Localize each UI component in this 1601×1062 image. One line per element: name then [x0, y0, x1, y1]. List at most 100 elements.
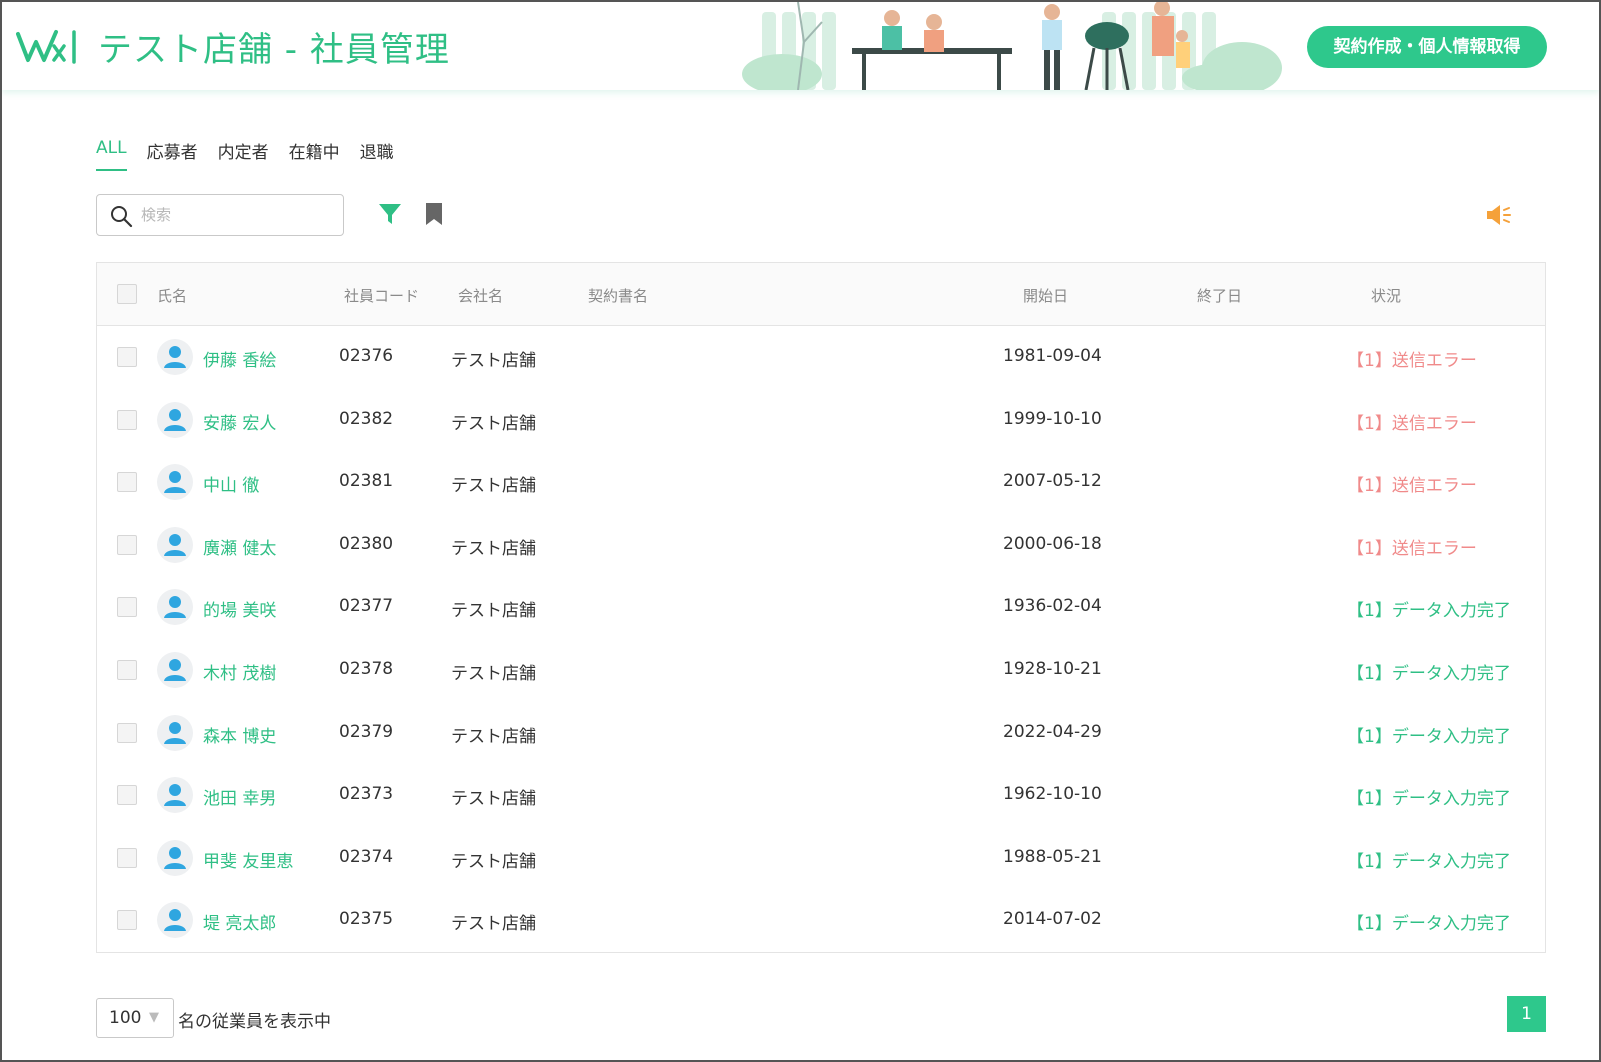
column-header-start-date[interactable]: 開始日	[1023, 285, 1068, 306]
speaker-icon[interactable]	[1484, 201, 1512, 229]
table-row[interactable]: 堤 亮太郎 02375 テスト店舗 2014-07-02 【1】データ入力完了	[97, 889, 1545, 952]
row-checkbox[interactable]	[117, 409, 137, 430]
create-contract-button[interactable]: 契約作成・個人情報取得	[1307, 26, 1547, 68]
employee-name-link[interactable]: 甲斐 友里恵	[203, 847, 293, 872]
start-date: 2022-04-29	[1003, 721, 1102, 742]
status-label[interactable]: 【1】送信エラー	[1347, 409, 1477, 434]
status-label[interactable]: 【1】データ入力完了	[1347, 784, 1511, 809]
header-illustration	[742, 2, 1302, 90]
employee-code: 02381	[339, 471, 394, 492]
employee-name-link[interactable]: 木村 茂樹	[203, 659, 276, 684]
start-date: 2007-05-12	[1003, 471, 1102, 492]
status-label[interactable]: 【1】データ入力完了	[1347, 659, 1511, 684]
row-checkbox[interactable]	[117, 534, 137, 555]
employee-code: 02374	[339, 846, 394, 867]
table-header: 氏名 社員コード 会社名 契約書名 開始日 終了日 状況	[97, 263, 1545, 326]
employee-name-link[interactable]: 伊藤 香絵	[203, 346, 276, 371]
page-size-select[interactable]: 100 ▼	[96, 998, 174, 1038]
avatar	[157, 902, 193, 939]
column-header-company[interactable]: 会社名	[458, 285, 503, 306]
table-row[interactable]: 的場 美咲 02377 テスト店舗 1936-02-04 【1】データ入力完了	[97, 576, 1545, 639]
status-label[interactable]: 【1】データ入力完了	[1347, 847, 1511, 872]
table-row[interactable]: 廣瀬 健太 02380 テスト店舗 2000-06-18 【1】送信エラー	[97, 514, 1545, 577]
column-header-code[interactable]: 社員コード	[344, 285, 419, 306]
start-date: 2000-06-18	[1003, 533, 1102, 554]
search-input[interactable]	[141, 203, 331, 227]
tab-applicants[interactable]: 応募者	[147, 138, 198, 171]
avatar	[157, 777, 193, 814]
employee-name-link[interactable]: 安藤 宏人	[203, 409, 276, 434]
company-name: テスト店舗	[451, 413, 536, 434]
employee-code: 02382	[339, 408, 394, 429]
page-title: テスト店舗 - 社員管理	[98, 30, 450, 70]
employee-name-link[interactable]: 池田 幸男	[203, 784, 276, 809]
tab-employed[interactable]: 在籍中	[289, 138, 340, 171]
company-name: テスト店舗	[451, 538, 536, 559]
tab-offered[interactable]: 内定者	[218, 138, 269, 171]
user-icon	[164, 596, 186, 619]
bookmark-icon[interactable]	[424, 202, 444, 226]
employee-name-link[interactable]: 堤 亮太郎	[203, 909, 276, 934]
row-checkbox[interactable]	[117, 472, 137, 493]
row-checkbox[interactable]	[117, 722, 137, 743]
table-row[interactable]: 池田 幸男 02373 テスト店舗 1962-10-10 【1】データ入力完了	[97, 764, 1545, 827]
app-logo	[16, 30, 76, 64]
start-date: 1936-02-04	[1003, 596, 1102, 617]
status-label[interactable]: 【1】送信エラー	[1347, 346, 1477, 371]
page-size-value: 100	[109, 1008, 142, 1028]
table-row[interactable]: 中山 徹 02381 テスト店舗 2007-05-12 【1】送信エラー	[97, 451, 1545, 514]
row-checkbox[interactable]	[117, 347, 137, 367]
column-header-end-date[interactable]: 終了日	[1197, 285, 1242, 306]
avatar	[157, 589, 193, 626]
start-date: 1928-10-21	[1003, 659, 1102, 679]
column-header-contract[interactable]: 契約書名	[588, 285, 648, 306]
page-size-label: 名の従業員を表示中	[178, 1012, 331, 1032]
company-name: テスト店舗	[451, 914, 536, 935]
employee-code: 02377	[339, 596, 394, 617]
employee-name-link[interactable]: 中山 徹	[203, 471, 259, 496]
user-icon	[164, 346, 186, 368]
select-all-checkbox[interactable]	[117, 284, 137, 304]
filter-icon[interactable]	[378, 202, 402, 226]
table-row[interactable]: 伊藤 香絵 02376 テスト店舗 1981-09-04 【1】送信エラー	[97, 326, 1545, 389]
employee-code: 02379	[339, 721, 394, 742]
employee-code: 02375	[339, 909, 394, 930]
employee-code: 02373	[339, 784, 394, 805]
user-icon	[164, 533, 186, 556]
start-date: 1999-10-10	[1003, 408, 1102, 429]
table-row[interactable]: 甲斐 友里恵 02374 テスト店舗 1988-05-21 【1】データ入力完了	[97, 827, 1545, 890]
avatar	[157, 339, 193, 375]
employee-code: 02376	[339, 346, 394, 366]
company-name: テスト店舗	[451, 726, 536, 747]
row-checkbox[interactable]	[117, 660, 137, 680]
employee-name-link[interactable]: 森本 博史	[203, 722, 276, 747]
user-icon	[164, 659, 186, 681]
status-label[interactable]: 【1】データ入力完了	[1347, 596, 1511, 621]
avatar	[157, 714, 193, 751]
employee-name-link[interactable]: 廣瀬 健太	[203, 534, 276, 559]
tab-all[interactable]: ALL	[96, 138, 127, 171]
row-checkbox[interactable]	[117, 910, 137, 931]
status-label[interactable]: 【1】データ入力完了	[1347, 722, 1511, 747]
column-header-status[interactable]: 状況	[1371, 285, 1401, 306]
search-box	[96, 194, 344, 236]
avatar	[157, 652, 193, 688]
start-date: 1962-10-10	[1003, 784, 1102, 805]
table-row[interactable]: 安藤 宏人 02382 テスト店舗 1999-10-10 【1】送信エラー	[97, 389, 1545, 452]
status-label[interactable]: 【1】送信エラー	[1347, 471, 1477, 496]
start-date: 1988-05-21	[1003, 846, 1102, 867]
chevron-down-icon: ▼	[149, 1010, 159, 1025]
tab-retired[interactable]: 退職	[360, 138, 394, 171]
row-checkbox[interactable]	[117, 597, 137, 618]
row-checkbox[interactable]	[117, 785, 137, 806]
table-row[interactable]: 木村 茂樹 02378 テスト店舗 1928-10-21 【1】データ入力完了	[97, 639, 1545, 702]
table-row[interactable]: 森本 博史 02379 テスト店舗 2022-04-29 【1】データ入力完了	[97, 702, 1545, 765]
employee-name-link[interactable]: 的場 美咲	[203, 596, 276, 621]
avatar	[157, 401, 193, 438]
status-label[interactable]: 【1】送信エラー	[1347, 534, 1477, 559]
row-checkbox[interactable]	[117, 847, 137, 868]
column-header-name[interactable]: 氏名	[157, 285, 187, 306]
page-button-current[interactable]: 1	[1507, 996, 1546, 1032]
avatar	[157, 526, 193, 563]
status-label[interactable]: 【1】データ入力完了	[1347, 909, 1511, 934]
